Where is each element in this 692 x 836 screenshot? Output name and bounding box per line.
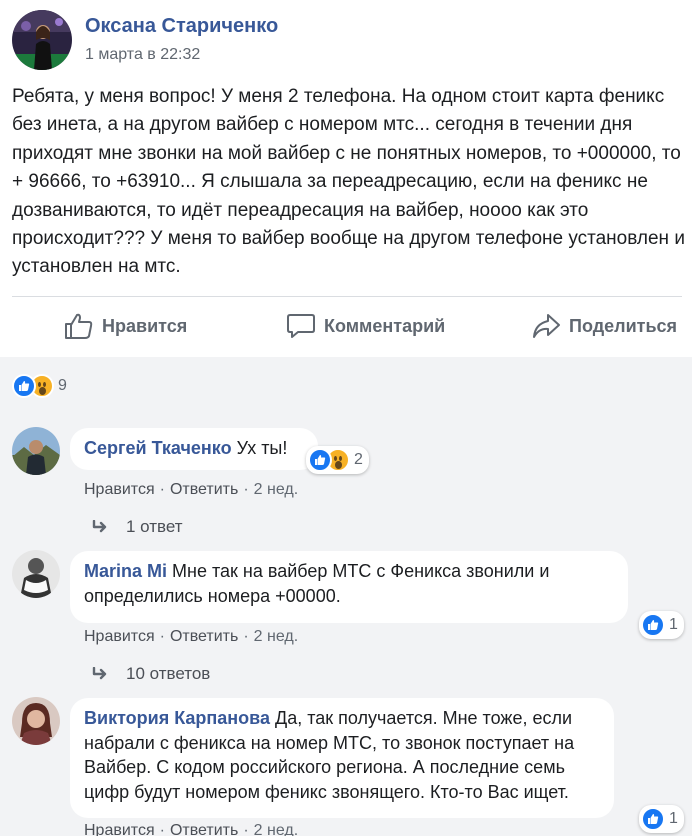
comment-reactions-count: 2 bbox=[354, 451, 363, 468]
comment-text: Ух ты! bbox=[236, 438, 288, 458]
comment-author[interactable]: Сергей Ткаченко bbox=[84, 438, 232, 458]
thumbs-up-icon bbox=[65, 313, 93, 339]
like-icon bbox=[12, 374, 36, 398]
comments-section: 9 Сергей Ткаченко Ух ты! 2 Нравится · Ответ… bbox=[0, 357, 692, 836]
post-header: Оксана Стариченко 1 марта в 22:32 bbox=[12, 10, 682, 70]
author-name[interactable]: Оксана Стариченко bbox=[85, 15, 278, 38]
view-replies[interactable]: 1 ответ bbox=[92, 517, 183, 537]
comment-meta: Нравится · Ответить · 2 нед. bbox=[84, 481, 298, 499]
comment-reply-link[interactable]: Ответить bbox=[170, 628, 238, 645]
share-button[interactable]: Поделиться bbox=[531, 310, 677, 342]
comment-bubble: Виктория Карпанова Да, так получается. Мн… bbox=[70, 698, 614, 818]
comment-icon bbox=[287, 314, 315, 338]
comment-bubble: Сергей Ткаченко Ух ты! bbox=[70, 428, 318, 470]
like-icon bbox=[308, 448, 332, 472]
replies-count: 1 ответ bbox=[126, 517, 183, 536]
separator: · bbox=[243, 628, 249, 645]
avatar[interactable] bbox=[12, 550, 60, 598]
comment-reactions-count: 1 bbox=[669, 616, 678, 633]
comment-reactions-count: 1 bbox=[669, 810, 678, 827]
comment-reply-link[interactable]: Ответить bbox=[170, 481, 238, 498]
separator: · bbox=[243, 822, 249, 836]
like-icon bbox=[641, 807, 665, 831]
comment-reactions[interactable]: 1 bbox=[639, 805, 684, 833]
comment-button-label: Комментарий bbox=[324, 315, 446, 336]
comment-like-link[interactable]: Нравится bbox=[84, 628, 155, 645]
comment-bubble: Marina Mi Мне так на вайбер МТС с Феникса… bbox=[70, 551, 628, 623]
separator: · bbox=[159, 481, 165, 498]
comment-age[interactable]: 2 нед. bbox=[254, 628, 299, 645]
reply-arrow-icon bbox=[92, 667, 107, 680]
post-time[interactable]: 1 марта в 22:32 bbox=[85, 46, 200, 64]
comment-author[interactable]: Виктория Карпанова bbox=[84, 708, 270, 728]
author-avatar[interactable] bbox=[12, 10, 72, 70]
separator: · bbox=[159, 822, 165, 836]
replies-count: 10 ответов bbox=[126, 664, 211, 683]
like-button[interactable]: Нравится bbox=[64, 310, 187, 342]
reactions-count: 9 bbox=[58, 377, 67, 394]
reply-arrow-icon bbox=[92, 520, 107, 533]
comment-author[interactable]: Marina Mi bbox=[84, 561, 167, 581]
share-icon bbox=[533, 314, 560, 338]
comment-like-link[interactable]: Нравится bbox=[84, 822, 155, 836]
view-replies[interactable]: 10 ответов bbox=[92, 664, 210, 684]
comment-button[interactable]: Комментарий bbox=[286, 310, 445, 342]
separator: · bbox=[159, 628, 165, 645]
comment-age[interactable]: 2 нед. bbox=[254, 822, 299, 836]
avatar[interactable] bbox=[12, 697, 60, 745]
post-actions: Нравится Комментарий Поделиться bbox=[0, 300, 692, 352]
share-button-label: Поделиться bbox=[569, 315, 678, 336]
divider bbox=[12, 296, 682, 297]
comment-age[interactable]: 2 нед. bbox=[254, 481, 299, 498]
comment-like-link[interactable]: Нравится bbox=[84, 481, 155, 498]
like-button-label: Нравится bbox=[102, 315, 188, 336]
avatar[interactable] bbox=[12, 427, 60, 475]
separator: · bbox=[243, 481, 249, 498]
comment-meta: Нравится · Ответить · 2 нед. bbox=[84, 628, 298, 646]
like-icon bbox=[641, 613, 665, 637]
comment-reply-link[interactable]: Ответить bbox=[170, 822, 238, 836]
post-text: Ребята, у меня вопрос! У меня 2 телефона… bbox=[12, 86, 685, 278]
comment-reactions[interactable]: 1 bbox=[639, 611, 684, 639]
comment-meta: Нравится · Ответить · 2 нед. bbox=[84, 822, 298, 836]
reactions-summary[interactable]: 9 bbox=[12, 373, 67, 399]
comment-reactions[interactable]: 2 bbox=[306, 446, 369, 474]
